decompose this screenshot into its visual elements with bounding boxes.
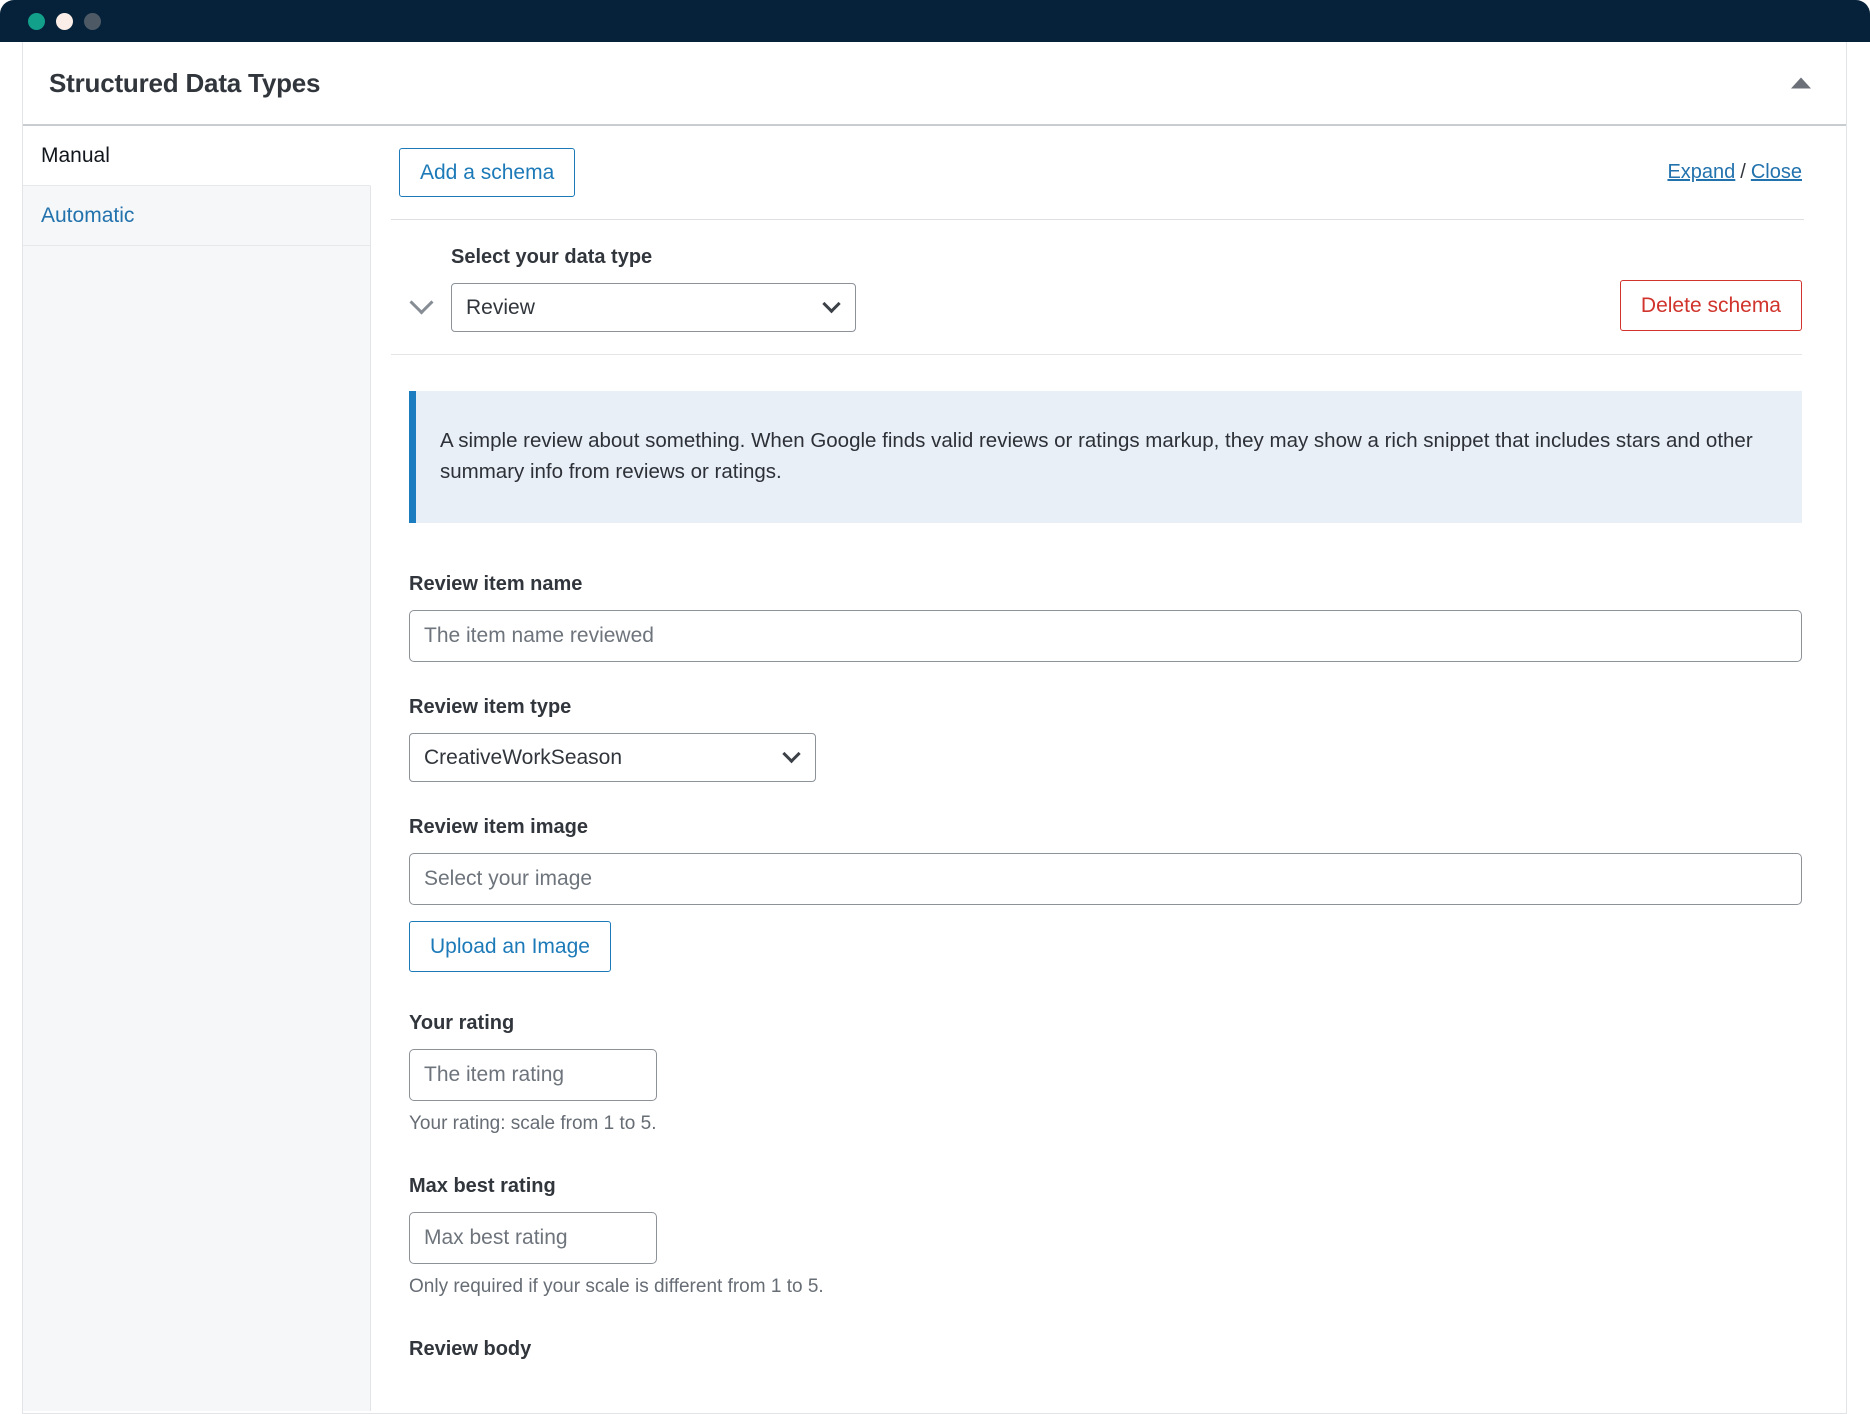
add-schema-button[interactable]: Add a schema — [399, 148, 576, 197]
data-type-field: Select your data type ReviewArticleProdu… — [451, 246, 1428, 332]
sidebar-item-automatic[interactable]: Automatic — [23, 186, 370, 246]
data-type-label: Select your data type — [451, 246, 653, 268]
expand-link[interactable]: Expand — [1667, 161, 1735, 183]
field-label: Review body — [409, 1338, 532, 1361]
window-titlebar — [0, 0, 1870, 42]
app-window: Structured Data Types Manual Automatic A… — [0, 0, 1870, 1414]
field-review-item-name: Review item name — [409, 573, 1802, 663]
links-separator: / — [1740, 161, 1746, 183]
your-rating-input[interactable] — [409, 1049, 657, 1102]
main-content: Add a schema Expand / Close Select your da… — [371, 126, 1846, 1411]
max-best-rating-help: Only required if your scale is different… — [409, 1276, 824, 1298]
maximize-window-dot[interactable] — [84, 13, 101, 30]
field-label: Review item image — [409, 816, 588, 839]
structured-data-card: Structured Data Types Manual Automatic A… — [22, 42, 1847, 1414]
data-type-row: Select your data type ReviewArticleProdu… — [391, 246, 1802, 355]
data-type-select[interactable]: ReviewArticleProductRecipeEventPerson — [451, 283, 856, 332]
review-item-name-input[interactable] — [409, 610, 1802, 663]
sidebar-item-label: Manual — [41, 143, 110, 167]
minimize-window-dot[interactable] — [56, 13, 73, 30]
review-item-image-input[interactable] — [409, 853, 1802, 906]
field-label: Your rating — [409, 1012, 515, 1035]
close-window-dot[interactable] — [28, 13, 45, 30]
review-item-type-select-wrap: CreativeWorkSeasonBookMovieOrganizationP… — [409, 733, 816, 783]
page-title: Structured Data Types — [49, 67, 321, 98]
field-review-item-image: Review item image Upload an Image — [409, 816, 1802, 973]
caret-up-icon[interactable] — [1791, 77, 1811, 89]
field-review-item-type: Review item type CreativeWorkSeasonBookM… — [409, 696, 1802, 783]
schema-description-notice: A simple review about something. When Go… — [409, 391, 1802, 524]
field-review-body: Review body — [409, 1338, 1802, 1361]
field-your-rating: Your rating Your rating: scale from 1 to… — [409, 1012, 1802, 1135]
field-label: Review item name — [409, 573, 583, 596]
field-label: Review item type — [409, 696, 572, 719]
max-best-rating-input[interactable] — [409, 1212, 657, 1265]
card-body: Manual Automatic Add a schema Expand / Clo… — [23, 126, 1846, 1411]
sidebar: Manual Automatic — [23, 126, 371, 1411]
review-item-type-select[interactable]: CreativeWorkSeasonBookMovieOrganizationP… — [409, 733, 816, 783]
schema-form: Review item name Review item type Creati… — [391, 573, 1804, 1361]
field-label: Max best rating — [409, 1175, 556, 1198]
schema-panel: Select your data type ReviewArticleProdu… — [391, 219, 1804, 1361]
close-link[interactable]: Close — [1751, 161, 1802, 183]
schema-toolbar: Add a schema Expand / Close — [391, 148, 1804, 197]
card-header: Structured Data Types — [23, 42, 1846, 126]
sidebar-item-label: Automatic — [41, 203, 135, 227]
data-type-select-wrap: ReviewArticleProductRecipeEventPerson — [451, 283, 856, 332]
field-max-best-rating: Max best rating Only required if your sc… — [409, 1175, 1802, 1298]
upload-image-button[interactable]: Upload an Image — [409, 921, 611, 973]
sidebar-item-manual[interactable]: Manual — [23, 126, 371, 186]
expand-close-links: Expand / Close — [1667, 161, 1804, 184]
delete-schema-button[interactable]: Delete schema — [1619, 280, 1802, 331]
traffic-lights — [28, 13, 101, 30]
your-rating-help: Your rating: scale from 1 to 5. — [409, 1113, 657, 1135]
chevron-down-icon[interactable] — [409, 288, 435, 314]
